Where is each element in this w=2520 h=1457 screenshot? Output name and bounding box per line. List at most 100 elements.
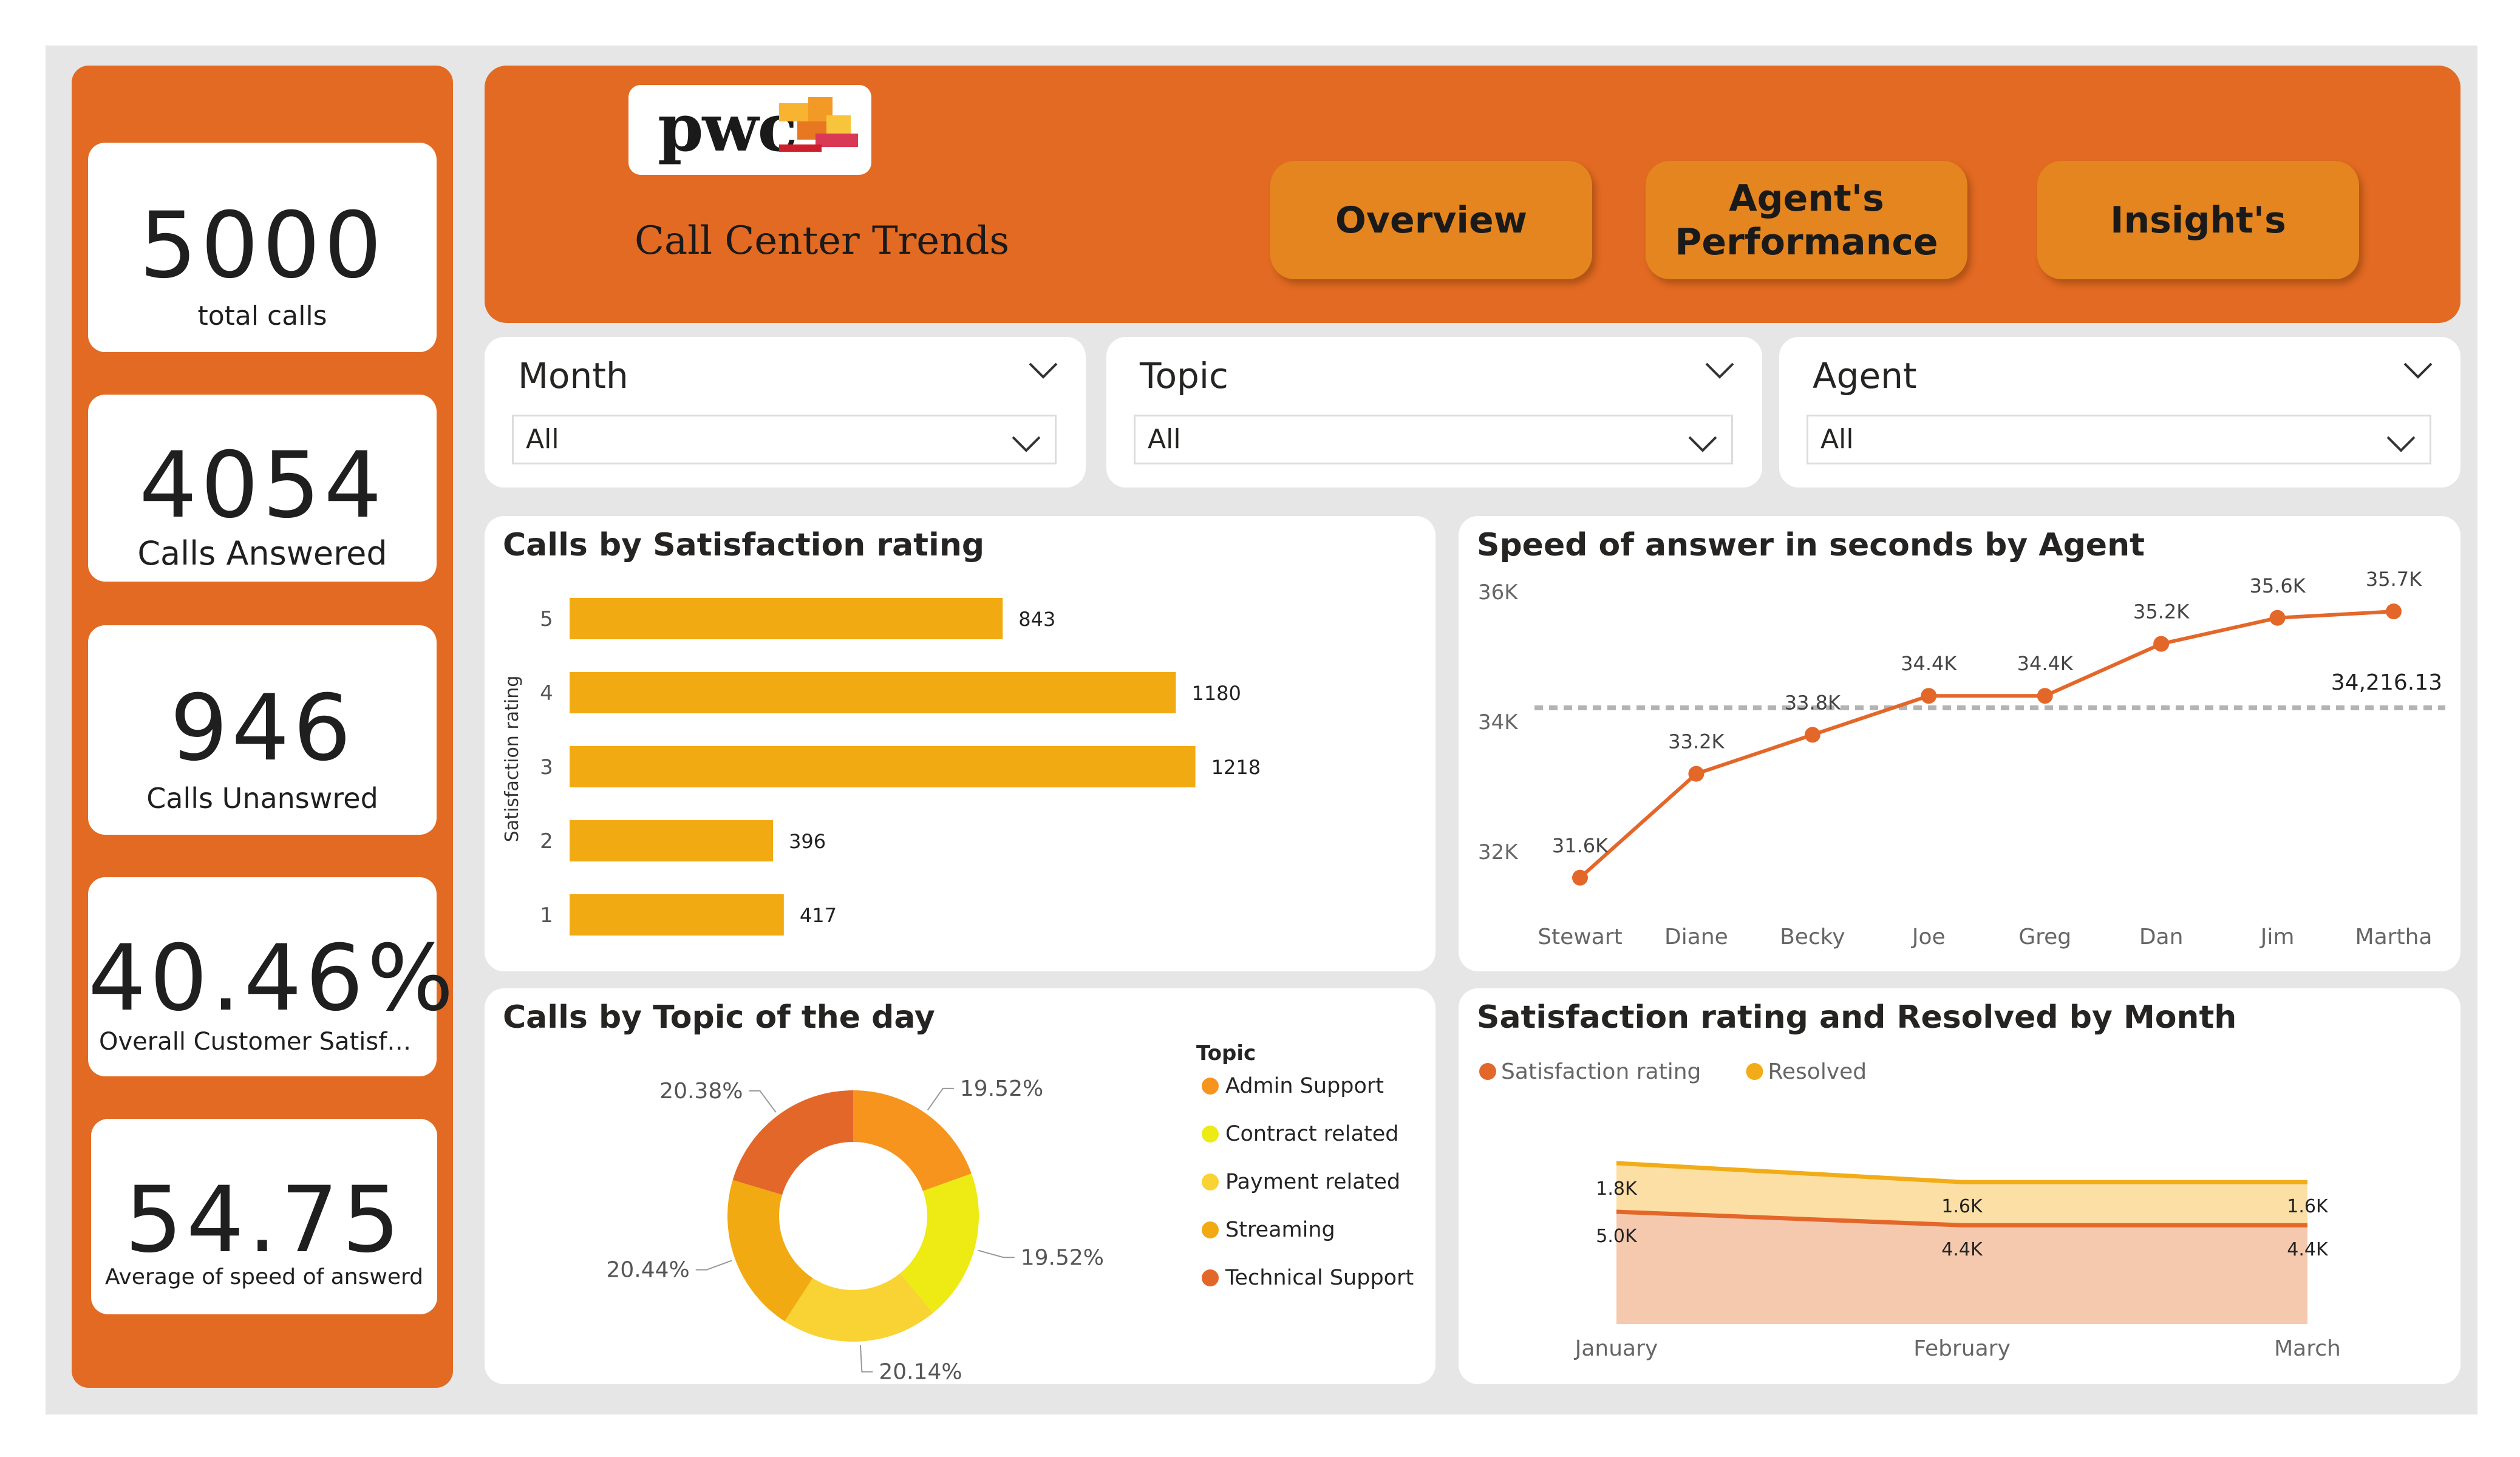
- y-tick-label: 2: [540, 829, 553, 854]
- data-label: 35.6K: [2249, 574, 2306, 597]
- data-point[interactable]: [1921, 688, 1937, 704]
- topic-dropdown[interactable]: All: [1134, 415, 1733, 464]
- x-tick-label: Stewart: [1538, 925, 1623, 949]
- donut-slice[interactable]: [853, 1090, 972, 1191]
- dropdown-value: All: [1820, 424, 1854, 455]
- slice-label: 19.52%: [1021, 1245, 1104, 1270]
- legend-item: Satisfaction rating: [1501, 1059, 1701, 1084]
- kpi-value: 54.75: [124, 1167, 404, 1273]
- month-dropdown[interactable]: All: [512, 415, 1057, 464]
- bar[interactable]: [570, 598, 1003, 639]
- panel-month-area: Satisfaction rating and Resolved by Mont…: [1459, 988, 2460, 1384]
- x-tick-label: Dan: [2139, 925, 2184, 949]
- data-point[interactable]: [2153, 636, 2170, 652]
- dropdown-value: All: [526, 424, 559, 455]
- y-tick-label: 3: [540, 755, 553, 779]
- x-tick-label: Joe: [1911, 925, 1946, 949]
- leader-line: [978, 1249, 1015, 1258]
- data-label: 33.2K: [1668, 730, 1725, 753]
- kpi-value: 4054: [139, 433, 386, 538]
- donut-slice[interactable]: [732, 1090, 853, 1195]
- legend-marker: [1202, 1173, 1219, 1190]
- data-label: 4.4K: [2287, 1239, 2329, 1260]
- kpi-value: 946: [169, 676, 355, 781]
- x-tick-label: March: [2274, 1336, 2341, 1361]
- panel-topic-donut: Calls by Topic of the day 19.52% 19.52% 20…: [485, 988, 1435, 1384]
- x-tick-label: February: [1913, 1336, 2011, 1361]
- kpi-card-calls-answered: 4054 Calls Answered: [88, 395, 437, 582]
- leader-line: [749, 1090, 777, 1113]
- bar-chart: Satisfaction rating 5 843 4 1180 3 1218 2 396 1 41…: [502, 598, 1261, 936]
- data-label: 34.4K: [2017, 652, 2074, 675]
- agent-dropdown[interactable]: All: [1807, 415, 2431, 464]
- kpi-card-calls-unanswered: 946 Calls Unanswred: [88, 625, 437, 835]
- data-label: 1.6K: [2287, 1196, 2329, 1217]
- kpi-label: Calls Unanswred: [146, 782, 378, 815]
- legend-item: Contract related: [1225, 1122, 1399, 1146]
- y-tick-label: 4: [540, 681, 553, 705]
- data-point[interactable]: [1804, 727, 1820, 743]
- legend-marker: [1202, 1269, 1219, 1286]
- kpi-label: Average of speed of answerd: [104, 1265, 423, 1289]
- chevron-down-icon: [2386, 436, 2416, 452]
- bar[interactable]: [570, 746, 1196, 787]
- y-tick-label: 34K: [1478, 710, 1519, 735]
- slicer-agent: Agent All: [1779, 337, 2460, 487]
- legend-marker: [1746, 1063, 1763, 1080]
- chevron-down-icon[interactable]: [1028, 361, 1058, 379]
- legend-marker: [1202, 1126, 1219, 1143]
- x-tick-label: Diane: [1664, 925, 1728, 949]
- x-tick-label: Becky: [1780, 925, 1845, 949]
- reference-label: 34,216.13: [2331, 670, 2442, 695]
- legend-item: Payment related: [1225, 1170, 1400, 1194]
- slicer-title: Agent: [1813, 355, 1917, 396]
- chevron-down-icon[interactable]: [2403, 361, 2433, 379]
- data-label: 1.6K: [1941, 1196, 1983, 1217]
- kpi-label: Overall Customer Satisfati...: [99, 1028, 437, 1056]
- area-chart: Satisfaction rating Resolved 1.8K 5.0K Janua…: [1479, 1059, 2341, 1361]
- nav-insights-button[interactable]: Insight's: [2037, 161, 2359, 279]
- kpi-label: Calls Answered: [137, 534, 387, 572]
- x-tick-label: January: [1574, 1336, 1658, 1361]
- data-label: 35.7K: [2366, 568, 2422, 591]
- x-tick-label: Martha: [2355, 925, 2433, 949]
- y-tick-label: 5: [540, 607, 553, 631]
- data-label: 34.4K: [1901, 652, 1957, 675]
- data-point[interactable]: [2037, 688, 2053, 704]
- slicer-title: Topic: [1140, 355, 1228, 396]
- legend-marker: [1479, 1063, 1496, 1080]
- area-satisfaction[interactable]: [1616, 1212, 2307, 1324]
- chevron-down-icon[interactable]: [1704, 361, 1735, 379]
- bar[interactable]: [570, 672, 1176, 713]
- data-label: 396: [789, 830, 826, 853]
- chevron-down-icon: [1688, 436, 1717, 452]
- slicer-title: Month: [518, 355, 628, 396]
- data-label: 31.6K: [1552, 834, 1609, 857]
- kpi-value: 5000: [139, 193, 386, 299]
- dropdown-value: All: [1148, 424, 1181, 455]
- data-label: 1180: [1191, 682, 1241, 705]
- kpi-card-total-calls: 5000 total calls: [88, 143, 437, 352]
- nav-overview-button[interactable]: Overview: [1270, 161, 1592, 279]
- kpi-value: 40.46%: [88, 926, 457, 1031]
- bar[interactable]: [570, 894, 784, 936]
- kpi-card-customer-satisfaction: 40.46% Overall Customer Satisfati...: [88, 877, 457, 1076]
- slice-label: 19.52%: [960, 1076, 1043, 1101]
- slice-label: 20.44%: [606, 1258, 689, 1283]
- data-point[interactable]: [1688, 766, 1704, 782]
- data-point[interactable]: [1572, 869, 1588, 886]
- bar[interactable]: [570, 820, 774, 861]
- kpi-label: total calls: [197, 301, 327, 331]
- legend-marker: [1202, 1221, 1219, 1238]
- leader-line: [859, 1345, 873, 1373]
- panel-satisfaction-bar: Calls by Satisfaction rating Satisfactio…: [485, 516, 1435, 971]
- y-tick-label: 36K: [1478, 580, 1519, 605]
- data-point[interactable]: [2386, 603, 2402, 620]
- nav-agents-performance-button[interactable]: Agent's Performance: [1646, 161, 1967, 279]
- kpi-card-avg-speed-of-answer: 54.75 Average of speed of answerd: [91, 1119, 437, 1314]
- leader-line: [927, 1087, 954, 1111]
- legend-item: Technical Support: [1225, 1266, 1414, 1290]
- data-label: 417: [800, 904, 837, 927]
- data-point[interactable]: [2269, 610, 2286, 626]
- data-label: 1.8K: [1596, 1178, 1638, 1200]
